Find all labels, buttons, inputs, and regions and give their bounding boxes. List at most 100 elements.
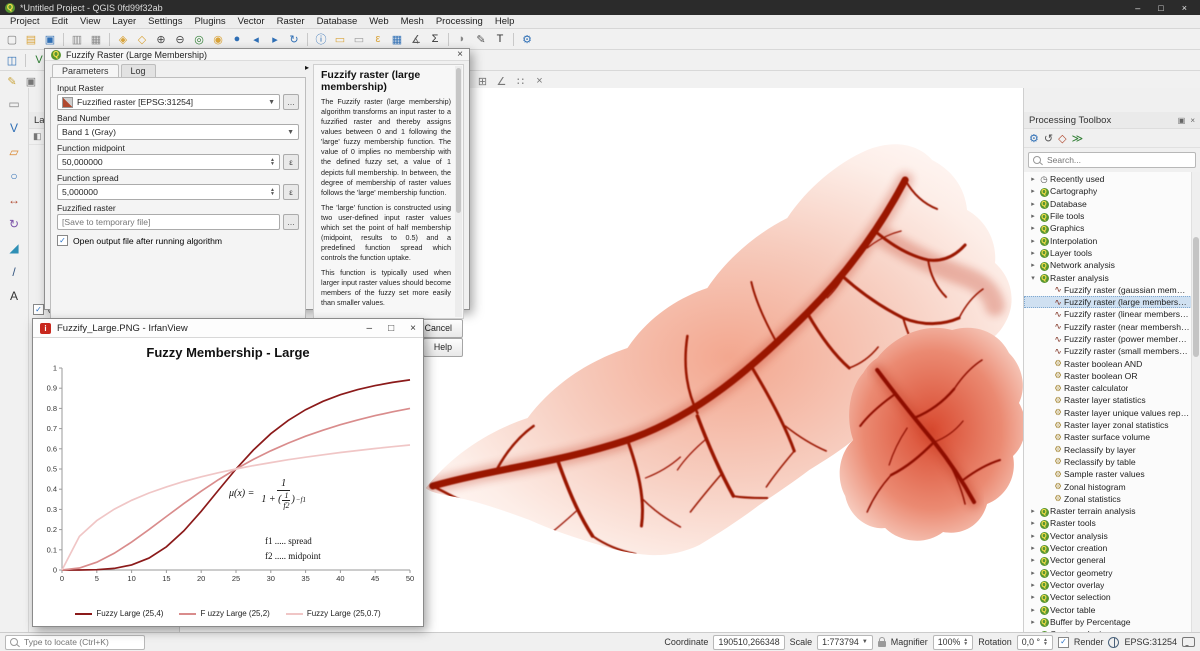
coordinate-value[interactable]: 190510,266348 [713, 635, 784, 650]
tree-indent[interactable]: ▸ [1028, 606, 1038, 614]
toolbox-item-reclassify-by-layer[interactable]: ⚙Reclassify by layer [1024, 444, 1200, 456]
tab-log[interactable]: Log [121, 64, 156, 77]
move-feature-icon[interactable]: ↔ [4, 190, 24, 209]
layer-visibility-checkbox[interactable] [33, 304, 44, 315]
toolbox-item-zonal-statistics[interactable]: ⚙Zonal statistics [1024, 493, 1200, 505]
toolbox-item-raster-analysis[interactable]: ▾QRaster analysis [1024, 271, 1200, 283]
crs-value[interactable]: EPSG:31254 [1124, 637, 1177, 647]
spin-arrows-icon[interactable]: ▲▼ [270, 188, 275, 197]
save-project-icon[interactable]: ▣ [41, 31, 59, 47]
menu-project[interactable]: Project [4, 16, 46, 27]
title-bar[interactable]: Q *Untitled Project - QGIS 0fd99f32ab – … [0, 0, 1200, 15]
toolbox-item-vector-creation[interactable]: ▸QVector creation [1024, 542, 1200, 554]
menu-raster[interactable]: Raster [271, 16, 311, 27]
toolbox-item-raster-boolean-or[interactable]: ⚙Raster boolean OR [1024, 370, 1200, 382]
tree-indent[interactable]: ▸ [1028, 237, 1038, 245]
rotation-spinbox[interactable]: 0,0 °▲▼ [1017, 635, 1053, 650]
digitize-shape-icon[interactable]: ▱ [4, 142, 24, 161]
select-tool-icon[interactable]: ▭ [4, 94, 24, 113]
toolbox-scrollbar[interactable] [1191, 172, 1200, 633]
refresh-map-icon[interactable]: ↻ [285, 31, 303, 47]
toolbox-item-buffer-by-percentage[interactable]: ▸QBuffer by Percentage [1024, 616, 1200, 628]
scale-combo[interactable]: 1:773794▼ [817, 635, 873, 650]
save-edits-icon[interactable]: ▣ [22, 73, 40, 89]
toolbox-header[interactable]: Processing Toolbox ▣ × [1024, 112, 1200, 129]
close-panel-icon[interactable]: × [1190, 116, 1195, 125]
toolbox-item-vector-overlay[interactable]: ▸QVector overlay [1024, 579, 1200, 591]
search-box[interactable] [1028, 152, 1196, 168]
minimize-button[interactable]: – [367, 323, 373, 334]
open-layer-styling-icon[interactable]: ◧ [33, 131, 42, 142]
toolbox-item-graphics[interactable]: ▸QGraphics [1024, 222, 1200, 234]
toolbox-item-zonal-histogram[interactable]: ⚙Zonal histogram [1024, 480, 1200, 492]
menu-web[interactable]: Web [363, 16, 394, 27]
lock-scale-icon[interactable] [878, 641, 886, 647]
data-defined-override-button[interactable]: ε [283, 154, 299, 170]
toolbox-item-file-tools[interactable]: ▸QFile tools [1024, 210, 1200, 222]
tree-indent[interactable]: ▸ [1028, 556, 1038, 564]
scrollbar-thumb[interactable] [456, 68, 461, 213]
scrollbar-thumb[interactable] [1193, 237, 1199, 357]
toolbox-item-fuzzify-raster-power-membership[interactable]: ∿Fuzzify raster (power membership) [1024, 333, 1200, 345]
toolbox-item-raster-layer-statistics[interactable]: ⚙Raster layer statistics [1024, 394, 1200, 406]
toolbox-item-vector-selection[interactable]: ▸QVector selection [1024, 591, 1200, 603]
tree-indent[interactable]: ▸ [1028, 175, 1038, 183]
history-icon[interactable]: ↺ [1044, 132, 1053, 145]
tree-indent[interactable]: ▸ [1028, 200, 1038, 208]
toolbox-item-sample-raster-values[interactable]: ⚙Sample raster values [1024, 468, 1200, 480]
data-source-manager-icon[interactable]: ◫ [3, 52, 21, 68]
toolbox-item-fuzzify-raster-large-membership[interactable]: ∿Fuzzify raster (large membership) [1024, 296, 1200, 308]
collapse-help-arrow[interactable]: ▸ [305, 63, 309, 72]
measure-icon[interactable]: ∡ [407, 31, 425, 47]
rotate-feature-icon[interactable]: ↻ [4, 214, 24, 233]
circle-tool-icon[interactable]: ○ [4, 166, 24, 185]
toolbox-item-interpolation[interactable]: ▸QInterpolation [1024, 234, 1200, 246]
dialog-title-bar[interactable]: Q Fuzzify Raster (Large Membership) × [45, 49, 469, 61]
maximize-button[interactable]: □ [1158, 3, 1163, 13]
advanced-digitizing-icon[interactable]: × [530, 73, 548, 89]
toolbox-item-raster-layer-unique-values-report[interactable]: ⚙Raster layer unique values report [1024, 407, 1200, 419]
toolbox-item-recently-used[interactable]: ▸◷Recently used [1024, 173, 1200, 185]
tree-indent[interactable]: ▸ [1028, 593, 1038, 601]
open-project-icon[interactable]: ▤ [22, 31, 40, 47]
toolbox-item-fuzzify-raster-near-membership[interactable]: ∿Fuzzify raster (near membership) [1024, 321, 1200, 333]
spin-arrows-icon[interactable]: ▲▼ [963, 638, 968, 646]
open-output-checkbox[interactable] [57, 235, 68, 246]
search-input[interactable] [1045, 154, 1191, 166]
tree-indent[interactable]: ▸ [1028, 569, 1038, 577]
text-annotation-icon[interactable]: T [491, 31, 509, 47]
annotation-icon[interactable]: ✎ [472, 31, 490, 47]
minimize-button[interactable]: – [1135, 3, 1140, 13]
toolbox-item-raster-tools[interactable]: ▸QRaster tools [1024, 517, 1200, 529]
input-raster-combo[interactable]: Fuzzified raster [EPSG:31254] ▼ [57, 94, 280, 110]
toolbox-item-fuzzify-raster-gaussian-membership[interactable]: ∿Fuzzify raster (gaussian membership) [1024, 284, 1200, 296]
spin-arrows-icon[interactable]: ▲▼ [270, 158, 275, 167]
toolbox-item-layer-tools[interactable]: ▸QLayer tools [1024, 247, 1200, 259]
menu-vector[interactable]: Vector [232, 16, 271, 27]
select-by-expression-icon[interactable]: ε [369, 31, 387, 47]
messages-icon[interactable] [1182, 637, 1195, 647]
new-project-icon[interactable]: ▢ [3, 31, 21, 47]
toolbox-item-raster-terrain-analysis[interactable]: ▸QRaster terrain analysis [1024, 505, 1200, 517]
deselect-features-icon[interactable]: ▭ [350, 31, 368, 47]
toolbox-item-raster-boolean-and[interactable]: ⚙Raster boolean AND [1024, 357, 1200, 369]
maximize-button[interactable]: □ [388, 323, 394, 334]
zoom-full-extent-icon[interactable]: ◎ [190, 31, 208, 47]
render-checkbox[interactable] [1058, 637, 1069, 648]
toolbox-item-vector-geometry[interactable]: ▸QVector geometry [1024, 567, 1200, 579]
spread-spinbox[interactable]: 5,000000 ▲▼ [57, 184, 280, 200]
multi-edit-icon[interactable]: ⊞ [473, 73, 491, 89]
locate-box[interactable] [5, 635, 145, 650]
menu-plugins[interactable]: Plugins [188, 16, 231, 27]
menu-settings[interactable]: Settings [142, 16, 188, 27]
new-print-layout-icon[interactable]: ▥ [68, 31, 86, 47]
locate-input[interactable] [22, 636, 140, 648]
map-tips-icon[interactable]: ◗ [453, 31, 471, 47]
midpoint-spinbox[interactable]: 50,000000 ▲▼ [57, 154, 280, 170]
toolbox-item-database[interactable]: ▸QDatabase [1024, 198, 1200, 210]
select-features-icon[interactable]: ▭ [331, 31, 349, 47]
close-button[interactable]: × [1182, 3, 1187, 13]
split-features-icon[interactable]: / [4, 262, 24, 281]
tree-indent[interactable]: ▸ [1028, 618, 1038, 626]
toolbox-item-fuzzify-raster-linear-membership[interactable]: ∿Fuzzify raster (linear membership) [1024, 308, 1200, 320]
